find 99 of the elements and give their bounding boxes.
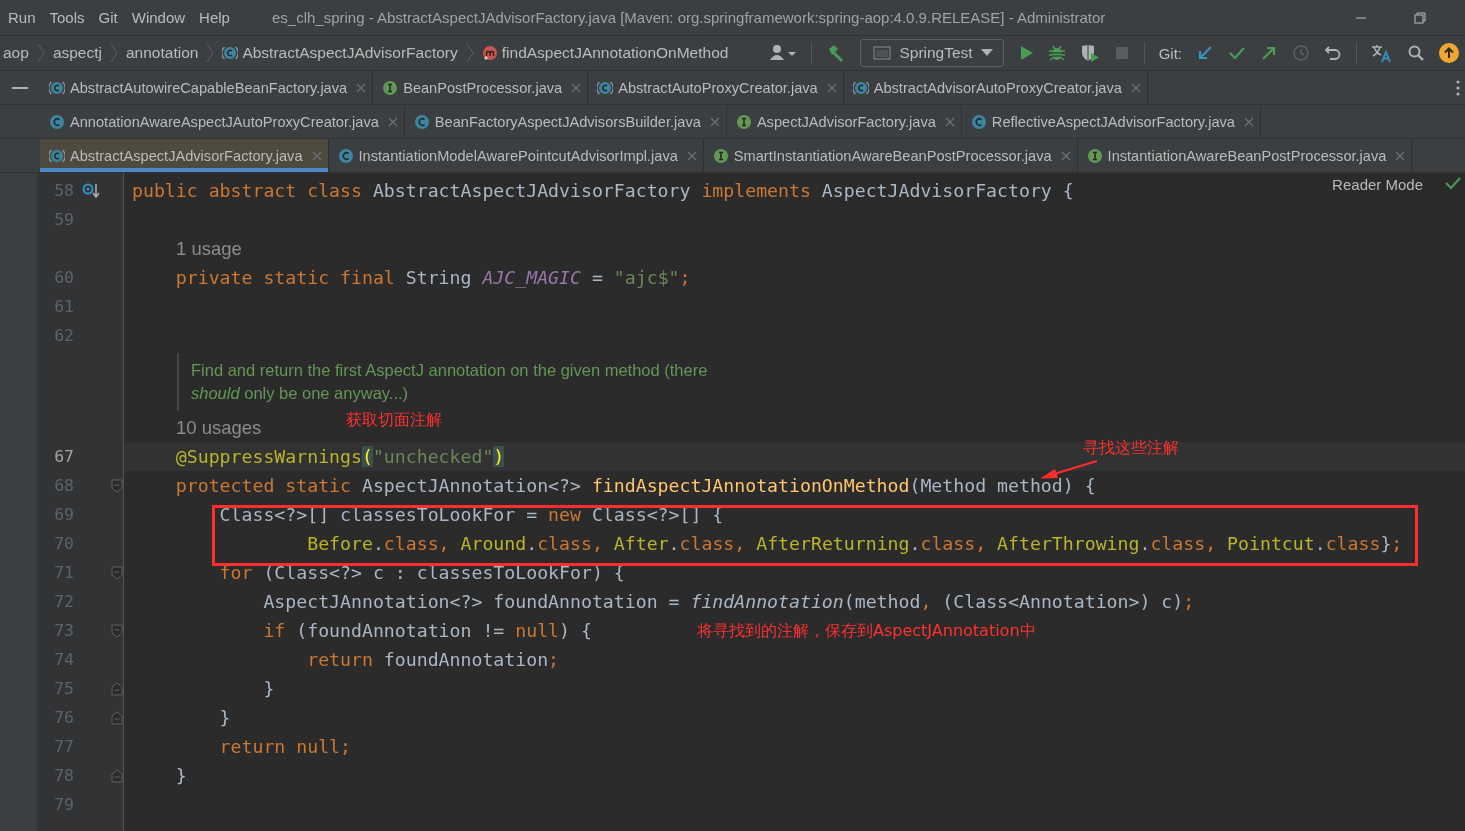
usage-hint[interactable]: 1 usage [176,237,242,260]
menu-item[interactable]: Window [131,9,186,26]
fold-icon[interactable] [111,478,123,493]
file-tab[interactable]: ReflectiveAspectJAdvisorFactory.java [961,105,1261,138]
menu-item[interactable]: Run [8,9,36,26]
abstract-class-icon [49,79,65,96]
method-icon [481,45,498,61]
close-icon[interactable] [944,116,955,127]
code-line: return foundAnnotation; [306,649,560,670]
class-icon [49,113,65,130]
fold-icon[interactable] [111,710,123,725]
chevron-icon [36,43,45,63]
abstract-class-icon [222,45,239,61]
chevron-icon [110,43,118,63]
file-tab[interactable]: InstantiationAwareBeanPostProcessor.java [1077,139,1413,172]
file-tab[interactable]: SmartInstantiationAwareBeanPostProcessor.java [703,139,1078,172]
code-line: Before.class, Around.class, After.class, AfterReturning.class, AfterThrowing.class, Pointcut.class}; [306,533,1403,554]
check-icon [1445,176,1461,190]
history-icon[interactable] [1292,44,1310,62]
run-configuration-dropdown[interactable]: SpringTest [860,39,1004,67]
annotation-arrow [1040,460,1098,479]
window-title: es_clh_spring - AbstractAspectJAdvisorFactory.java [Maven: org.springframework:spring-aop:4.0.9.RELEASE] - Administrator [271,9,1106,26]
close-icon[interactable] [1130,82,1141,93]
user-icon[interactable] [769,44,798,62]
caret-icon [980,49,993,57]
close-icon[interactable] [686,150,697,161]
close-icon[interactable] [311,150,322,161]
usage-hint[interactable]: 10 usages [176,416,262,439]
file-tab[interactable]: AbstractAspectJAdvisorFactory.java [40,139,329,172]
fold-icon[interactable] [111,681,123,696]
implementation-icon[interactable] [81,181,100,200]
close-icon[interactable] [826,82,837,93]
close-icon[interactable] [1060,150,1071,161]
search-icon[interactable] [1407,44,1425,62]
menu-item[interactable]: Tools [49,9,85,26]
close-icon[interactable] [1243,116,1254,127]
more-icon[interactable] [1456,79,1460,96]
breadcrumb-item[interactable]: aop [3,44,29,62]
reader-mode-button[interactable]: Reader Mode [1332,176,1423,205]
breadcrumb-item[interactable]: annotation [126,44,199,62]
push-arrow-icon[interactable] [1260,44,1278,62]
annotation-note: 获取切面注解 [346,410,442,431]
menu-item[interactable]: Help [199,9,230,26]
annotation-note: 寻找这些注解 [1083,438,1179,459]
abstract-class-icon [597,79,614,96]
abstract-class-icon [49,147,65,164]
file-tab[interactable]: BeanFactoryAspectJAdvisorsBuilder.java [404,105,727,138]
code-line: } [262,678,275,699]
code-line: } [218,707,231,728]
class-icon [413,113,430,130]
chevron-icon [465,43,474,63]
fold-icon[interactable] [111,768,123,783]
annotation-note: 将寻找到的注解，保存到AspectJAnnotation中 [697,621,1036,642]
file-tab[interactable]: BeanPostProcessor.java [373,71,589,104]
interface-icon [712,147,729,164]
file-tab[interactable]: AbstractAdvisorAutoProxyCreator.java [843,71,1148,104]
file-tab[interactable]: AnnotationAwareAspectJAutoProxyCreator.java [40,105,405,138]
debug-icon[interactable] [1047,44,1066,62]
close-icon[interactable] [387,116,398,127]
menu-item[interactable]: Git [98,9,118,26]
file-tab[interactable]: AbstractAutowireCapableBeanFactory.java [40,71,374,104]
line-number: 67 [53,447,74,466]
interface-icon [735,113,752,130]
git-label: Git: [1158,44,1182,62]
close-icon[interactable] [571,82,582,93]
class-icon [970,113,987,130]
update-arrow-icon[interactable] [1196,44,1214,62]
fold-icon[interactable] [111,565,123,580]
class-icon [337,147,354,164]
code-line: public abstract class AbstractAspectJAdvisorFactory implements AspectJAdvisorFactory { [132,180,1074,201]
code-line: AspectJAnnotation<?> foundAnnotation = findAnnotation(method, (Class<Annotation>) c); [262,591,1195,612]
chevron-icon [206,43,215,63]
breadcrumb-item[interactable]: aspectj [52,44,102,62]
code-line: protected static AspectJAnnotation<?> findAspectJAnnotationOnMethod(Method method) { [174,475,1096,496]
abstract-class-icon [852,79,869,96]
code-line: return null; [218,736,351,757]
code-line: @SuppressWarnings("unchecked") [174,446,505,467]
doc-comment: Find and return the first AspectJ annotation on the given method (there should only be one anyway...) [177,352,708,411]
translate-icon[interactable] [1371,43,1393,63]
restore-icon[interactable] [1413,10,1427,25]
breadcrumb-item[interactable]: AbstractAspectJAdvisorFactory [222,44,458,62]
close-icon[interactable] [1395,150,1406,161]
update-icon[interactable] [1439,43,1459,63]
close-icon[interactable] [709,116,720,127]
undo-icon[interactable] [1324,44,1342,62]
close-icon[interactable] [356,82,367,93]
interface-icon [382,79,399,96]
code-line: } [174,765,187,786]
breadcrumb-item[interactable]: findAspectJAnnotationOnMethod [481,44,729,62]
file-tab[interactable]: AspectJAdvisorFactory.java [726,105,962,138]
coverage-icon[interactable] [1079,44,1100,62]
file-tab[interactable]: AbstractAutoProxyCreator.java [588,71,844,104]
stop-icon[interactable] [1113,45,1130,61]
window-icon [873,46,892,60]
interface-icon [1086,147,1103,164]
fold-icon[interactable] [111,623,123,638]
code-line: if (foundAnnotation != null) { [262,620,592,641]
code-line: private static final String AJC_MAGIC = "ajc$"; [174,267,691,288]
file-tab[interactable]: InstantiationModelAwarePointcutAdvisorImpl.java [328,139,704,172]
